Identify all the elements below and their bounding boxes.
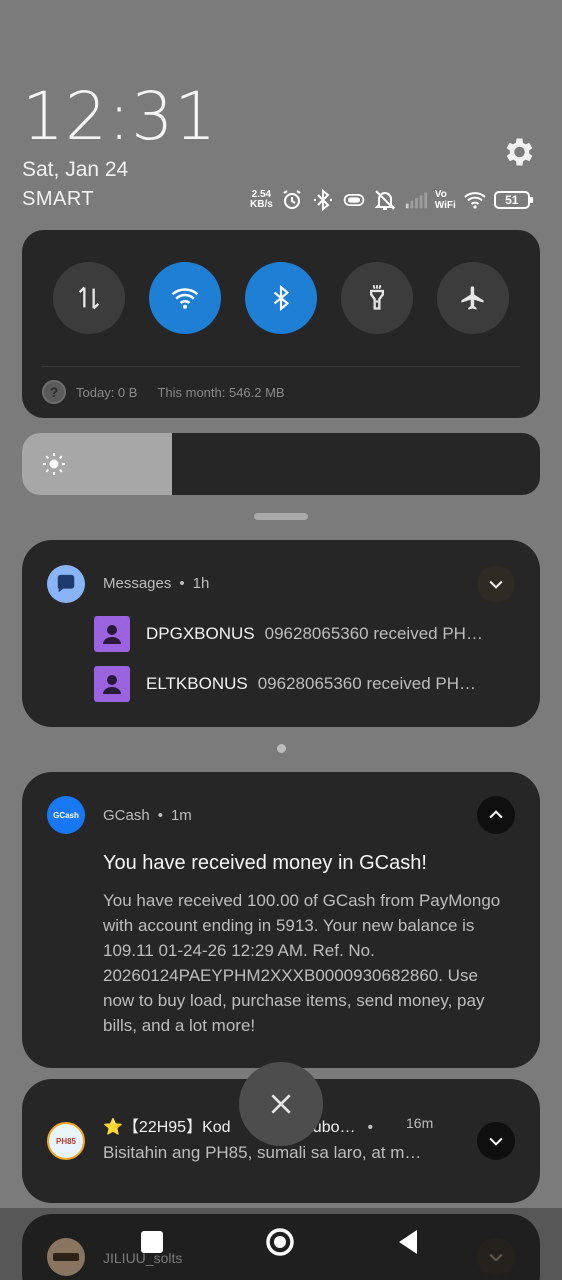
divider <box>42 366 520 367</box>
list-item[interactable]: DPGXBONUS 09628065360 received PH… <box>94 616 516 652</box>
chevron-down-icon <box>489 1137 503 1146</box>
square-icon <box>141 1231 163 1253</box>
data-usage-row: ? Today: 0 B This month: 546.2 MB <box>42 380 285 404</box>
chevron-down-icon <box>489 580 503 589</box>
home-button[interactable] <box>264 1226 296 1258</box>
circle-icon <box>266 1228 294 1256</box>
notification-header: Messages • 1h <box>103 575 210 592</box>
message-preview: 09628065360 received PH… <box>257 674 477 693</box>
vowifi-badge: Vo WiFi <box>434 189 456 211</box>
wifi-status-icon <box>464 192 486 209</box>
network-speed: 2.54 KB/s <box>250 189 273 210</box>
notification-body: Bisitahin ang PH85, sumali sa laro, at m… <box>103 1143 422 1162</box>
gcash-app-icon: GCash <box>47 796 85 834</box>
vibrate-mode-icon <box>343 194 365 206</box>
flashlight-toggle[interactable] <box>341 262 413 334</box>
flashlight-icon <box>370 284 384 310</box>
page-indicator-dot <box>277 744 286 753</box>
data-month: This month: 546.2 MB <box>157 384 285 400</box>
message-sender: ELTKBONUS <box>146 674 248 693</box>
date-label: Sat, Jan 24 <box>22 158 129 181</box>
data-today: Today: 0 B <box>76 384 138 400</box>
signal-weak-icon <box>405 192 427 209</box>
data-transfer-icon <box>78 286 100 310</box>
notification-age: 1m <box>170 807 192 824</box>
notification-header: GCash • 1m <box>103 807 192 824</box>
triangle-back-icon <box>399 1230 417 1254</box>
recents-button[interactable] <box>136 1226 168 1258</box>
expand-button[interactable] <box>477 1122 515 1160</box>
status-icons: 2.54 KB/s Vo WiFi 51 <box>250 186 533 214</box>
quick-settings-panel: ? Today: 0 B This month: 546.2 MB <box>22 230 540 418</box>
wifi-toggle[interactable] <box>149 262 221 334</box>
back-button[interactable] <box>392 1226 424 1258</box>
sun-icon <box>43 453 65 475</box>
help-icon: ? <box>42 380 66 404</box>
app-name: GCash <box>103 807 150 824</box>
notification-age: 16m <box>406 1115 434 1131</box>
bluetooth-status-icon <box>313 188 332 212</box>
bluetooth-toggle[interactable] <box>245 262 317 334</box>
carrier-label: SMART <box>22 188 95 210</box>
drag-handle[interactable] <box>254 513 308 520</box>
brightness-slider[interactable] <box>22 433 540 495</box>
clock-time: 12:31 <box>22 78 218 155</box>
airplane-icon <box>461 286 484 310</box>
avatar <box>94 666 130 702</box>
collapse-button[interactable] <box>477 796 515 834</box>
message-preview: 09628065360 received PH… <box>264 624 483 643</box>
battery-indicator: 51 <box>493 191 533 209</box>
wifi-icon <box>171 288 199 309</box>
alarm-icon <box>283 190 301 209</box>
list-item[interactable]: ELTKBONUS 09628065360 received PH… <box>94 666 516 702</box>
airplane-mode-toggle[interactable] <box>437 262 509 334</box>
mobile-data-toggle[interactable] <box>53 262 125 334</box>
gear-icon[interactable] <box>500 134 536 170</box>
notification-age: 1h <box>192 575 210 592</box>
avatar <box>94 616 130 652</box>
app-name: Messages <box>103 575 172 592</box>
close-icon <box>271 1094 291 1114</box>
message-sender: DPGXBONUS <box>146 624 255 643</box>
notification-body: You have received 100.00 of GCash from P… <box>103 891 501 1035</box>
game-app-icon: PH85 <box>47 1122 85 1160</box>
clear-all-button[interactable] <box>239 1062 323 1146</box>
messages-app-icon <box>47 565 85 603</box>
mute-bell-icon <box>374 190 396 210</box>
notification-messages[interactable]: Messages • 1h DPGXBONUS 09628065360 recei… <box>22 540 540 727</box>
expand-button[interactable] <box>477 565 515 603</box>
notification-title: You have received money in GCash! <box>103 852 427 874</box>
chevron-up-icon <box>489 810 503 819</box>
notification-title: ⭐【22H95】Kod agtubo… • <box>103 1119 374 1136</box>
notification-gcash[interactable]: GCash GCash • 1m You have received money… <box>22 772 540 1068</box>
bluetooth-icon <box>273 285 290 311</box>
